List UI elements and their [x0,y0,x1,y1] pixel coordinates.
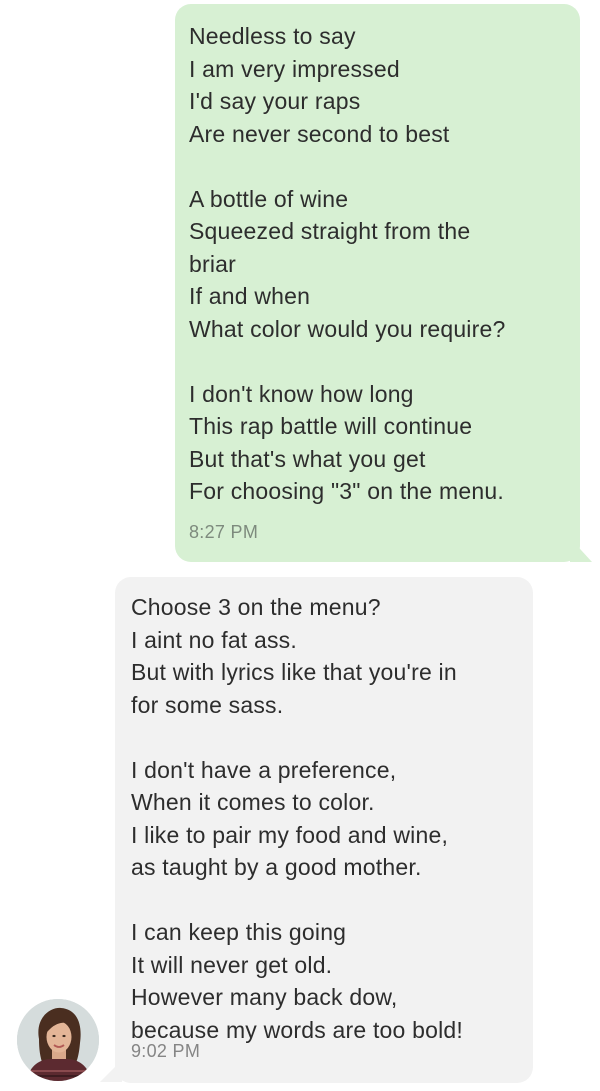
message-line: briar [189,250,237,277]
message-line: For choosing "3" on the menu. [189,478,504,504]
message-line: Squeezed straight from the [189,218,471,244]
message-line: Are never second to best [189,120,450,147]
message-line: However many back dow, [131,984,398,1010]
contact-avatar-icon[interactable] [17,999,99,1081]
message-line: I aint no fat ass. [131,626,297,653]
message-line: I don't know how long [189,380,414,407]
avatar-portrait-icon [17,999,99,1081]
received-message-bubble[interactable]: Choose 3 on the menu? I aint no fat ass.… [115,577,533,1083]
sent-bubble-tail [570,538,592,562]
message-line: I'd say your raps [189,88,361,114]
message-line: Choose 3 on the menu? [131,594,381,620]
message-line: I don't have a preference, [131,756,397,783]
message-line: A bottle of wine [189,185,349,212]
message-line: I can keep this going [131,919,347,945]
message-line: But with lyrics like that you're in [131,659,457,685]
message-line-blank [131,721,533,754]
message-line: I am very impressed [189,55,400,82]
received-timestamp: 9:02 PM [131,1040,201,1061]
message-thread: Needless to say I am very impressed I'd … [0,0,600,1091]
message-line: It will never get old. [131,951,333,978]
received-bubble-tail [100,1060,122,1082]
message-line: If and when [189,283,311,309]
message-line: I like to pair my food and wine, [131,821,449,848]
message-line: as taught by a good mother. [131,854,422,880]
message-line-blank [131,884,533,917]
message-line: Needless to say [189,23,356,49]
message-line: This rap battle will continue [189,413,473,439]
message-line: for some sass. [131,691,284,718]
sent-message-bubble[interactable]: Needless to say I am very impressed I'd … [175,4,580,562]
message-line: What color would you require? [189,315,506,342]
sent-timestamp: 8:27 PM [189,521,259,542]
message-line: When it comes to color. [131,789,375,815]
message-line-blank [189,345,580,378]
message-line: But that's what you get [189,445,426,472]
message-line-blank [189,150,580,183]
